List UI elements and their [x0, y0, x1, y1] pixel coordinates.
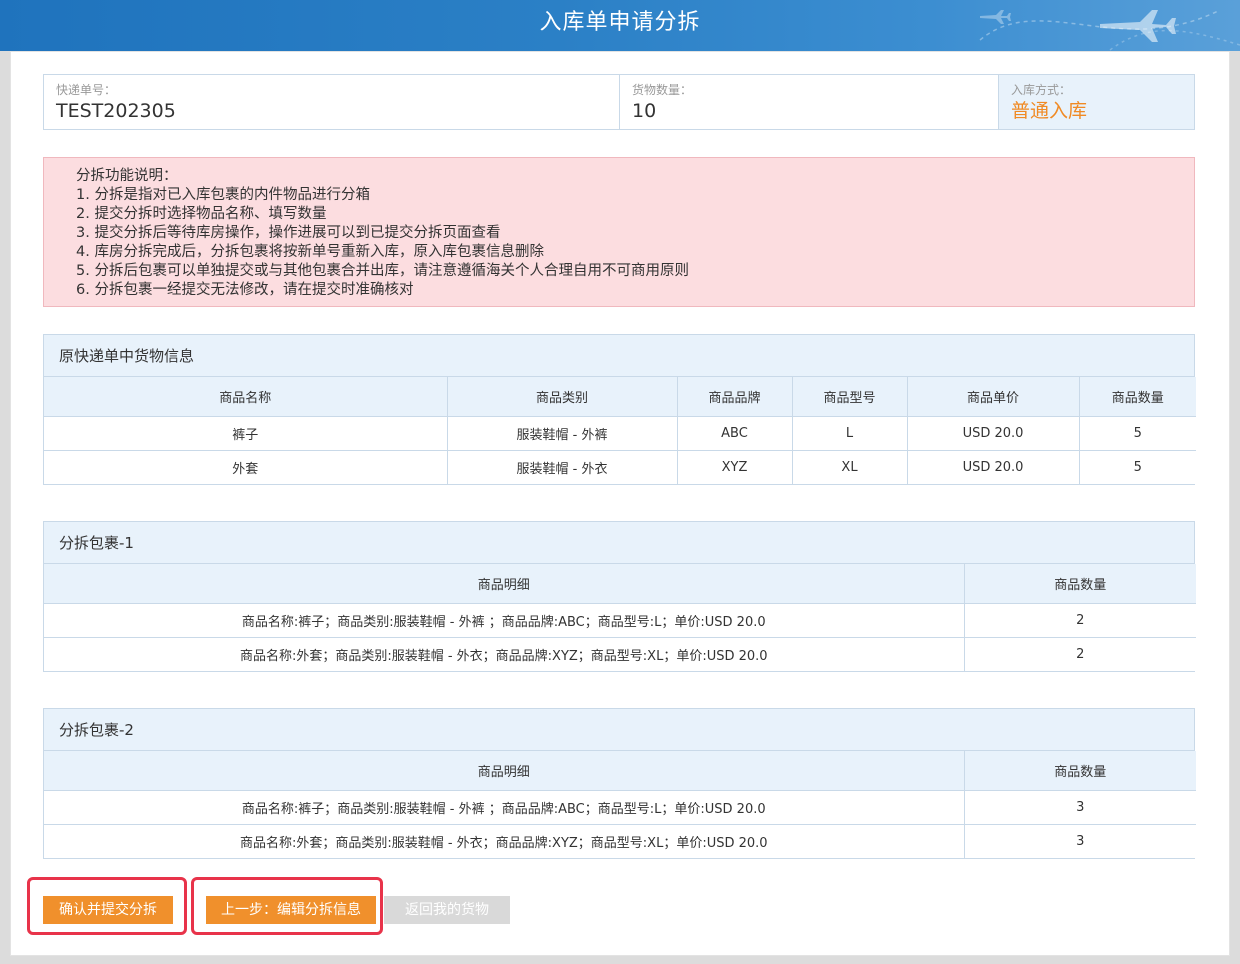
split-package-2-panel: 分拆包裹-2 商品明细 商品数量 商品名称:裤子；商品类别:服装鞋帽 - 外裤 …: [43, 708, 1196, 859]
column-header: 商品明细: [44, 751, 965, 791]
original-goods-table: 商品名称 商品类别 商品品牌 商品型号 商品单价 商品数量 裤子 服装鞋帽 - …: [44, 377, 1196, 484]
table-cell: 服装鞋帽 - 外裤: [447, 416, 678, 451]
table-row: 外套 服装鞋帽 - 外衣 XYZ XL USD 20.0 5: [44, 450, 1196, 484]
shipment-info-bar: 快递单号： TEST202305 货物数量： 10 入库方式： 普通入库: [43, 74, 1195, 130]
panel-title: 分拆包裹-2: [44, 709, 1194, 751]
column-header: 商品品牌: [677, 377, 793, 417]
column-header: 商品型号: [792, 377, 908, 417]
table-header-row: 商品明细 商品数量: [44, 751, 1196, 791]
table-cell: 裤子: [44, 416, 448, 451]
table-header-row: 商品名称 商品类别 商品品牌 商品型号 商品单价 商品数量: [44, 377, 1196, 417]
split-package-1-table: 商品明细 商品数量 商品名称:裤子；商品类别:服装鞋帽 - 外裤 ；商品品牌:A…: [44, 564, 1196, 671]
table-cell: 3: [964, 790, 1196, 825]
table-cell: 商品名称:外套；商品类别:服装鞋帽 - 外衣；商品品牌:XYZ；商品型号:XL；…: [44, 824, 965, 858]
page-title: 入库单申请分拆: [539, 10, 701, 35]
column-header: 商品名称: [44, 377, 448, 417]
inbound-method-label: 入库方式：: [1011, 83, 1072, 97]
table-cell: 服装鞋帽 - 外衣: [447, 450, 678, 484]
notice-line: 2. 提交分拆时选择物品名称、填写数量: [76, 206, 327, 222]
table-cell: 2: [964, 637, 1196, 671]
panel-title: 分拆包裹-1: [44, 522, 1194, 564]
quantity-cell: 货物数量： 10: [620, 75, 999, 129]
table-cell: XYZ: [677, 450, 793, 484]
table-cell: XL: [792, 450, 908, 484]
table-cell: USD 20.0: [907, 416, 1080, 451]
table-cell: L: [792, 416, 908, 451]
previous-step-edit-button[interactable]: 上一步：编辑分拆信息: [206, 896, 376, 924]
table-cell: 商品名称:裤子；商品类别:服装鞋帽 - 外裤 ；商品品牌:ABC；商品型号:L；…: [44, 603, 965, 638]
confirm-submit-split-button[interactable]: 确认并提交分拆: [43, 896, 173, 924]
table-cell: 5: [1079, 416, 1196, 451]
notice-line: 5. 分拆后包裹可以单独提交或与其他包裹合并出库，请注意遵循海关个人合理自用不可…: [76, 263, 689, 279]
quantity-value: 10: [632, 100, 657, 122]
table-cell: USD 20.0: [907, 450, 1080, 484]
column-header: 商品类别: [447, 377, 678, 417]
column-header: 商品数量: [964, 564, 1196, 604]
split-package-1-panel: 分拆包裹-1 商品明细 商品数量 商品名称:裤子；商品类别:服装鞋帽 - 外裤 …: [43, 521, 1196, 672]
column-header: 商品明细: [44, 564, 965, 604]
table-cell: ABC: [677, 416, 793, 451]
split-notice: 分拆功能说明： 1. 分拆是指对已入库包裹的内件物品进行分箱 2. 提交分拆时选…: [43, 157, 1195, 307]
table-cell: 5: [1079, 450, 1196, 484]
tracking-number-value: TEST202305: [56, 100, 176, 122]
table-row: 裤子 服装鞋帽 - 外裤 ABC L USD 20.0 5: [44, 416, 1196, 451]
table-row: 商品名称:裤子；商品类别:服装鞋帽 - 外裤 ；商品品牌:ABC；商品型号:L；…: [44, 603, 1196, 638]
table-row: 商品名称:外套；商品类别:服装鞋帽 - 外衣；商品品牌:XYZ；商品型号:XL；…: [44, 824, 1196, 858]
table-cell: 商品名称:外套；商品类别:服装鞋帽 - 外衣；商品品牌:XYZ；商品型号:XL；…: [44, 637, 965, 671]
notice-line: 6. 分拆包裹一经提交无法修改，请在提交时准确核对: [76, 282, 414, 298]
tracking-number-cell: 快递单号： TEST202305: [44, 75, 620, 129]
inbound-method-value: 普通入库: [1011, 100, 1088, 122]
panel-title: 原快递单中货物信息: [44, 335, 1194, 377]
page-header: 入库单申请分拆: [0, 0, 1240, 51]
main-content: 快递单号： TEST202305 货物数量： 10 入库方式： 普通入库 分拆功…: [10, 51, 1230, 956]
notice-line: 4. 库房分拆完成后，分拆包裹将按新单号重新入库，原入库包裹信息删除: [76, 244, 544, 260]
notice-title: 分拆功能说明：: [76, 168, 178, 184]
table-row: 商品名称:外套；商品类别:服装鞋帽 - 外衣；商品品牌:XYZ；商品型号:XL；…: [44, 637, 1196, 671]
table-header-row: 商品明细 商品数量: [44, 564, 1196, 604]
original-goods-panel: 原快递单中货物信息 商品名称 商品类别 商品品牌 商品型号 商品单价 商品数量 …: [43, 334, 1196, 485]
tracking-number-label: 快递单号：: [56, 83, 117, 97]
table-row: 商品名称:裤子；商品类别:服装鞋帽 - 外裤 ；商品品牌:ABC；商品型号:L；…: [44, 790, 1196, 825]
split-package-2-table: 商品明细 商品数量 商品名称:裤子；商品类别:服装鞋帽 - 外裤 ；商品品牌:A…: [44, 751, 1196, 858]
column-header: 商品数量: [1079, 377, 1196, 417]
quantity-label: 货物数量：: [632, 83, 693, 97]
table-cell: 商品名称:裤子；商品类别:服装鞋帽 - 外裤 ；商品品牌:ABC；商品型号:L；…: [44, 790, 965, 825]
notice-line: 1. 分拆是指对已入库包裹的内件物品进行分箱: [76, 187, 370, 203]
column-header: 商品数量: [964, 751, 1196, 791]
back-to-my-goods-button[interactable]: 返回我的货物: [384, 896, 510, 924]
column-header: 商品单价: [907, 377, 1080, 417]
inbound-method-cell: 入库方式： 普通入库: [999, 75, 1194, 129]
table-cell: 2: [964, 603, 1196, 638]
table-cell: 3: [964, 824, 1196, 858]
notice-line: 3. 提交分拆后等待库房操作，操作进展可以到已提交分拆页面查看: [76, 225, 501, 241]
table-cell: 外套: [44, 450, 448, 484]
